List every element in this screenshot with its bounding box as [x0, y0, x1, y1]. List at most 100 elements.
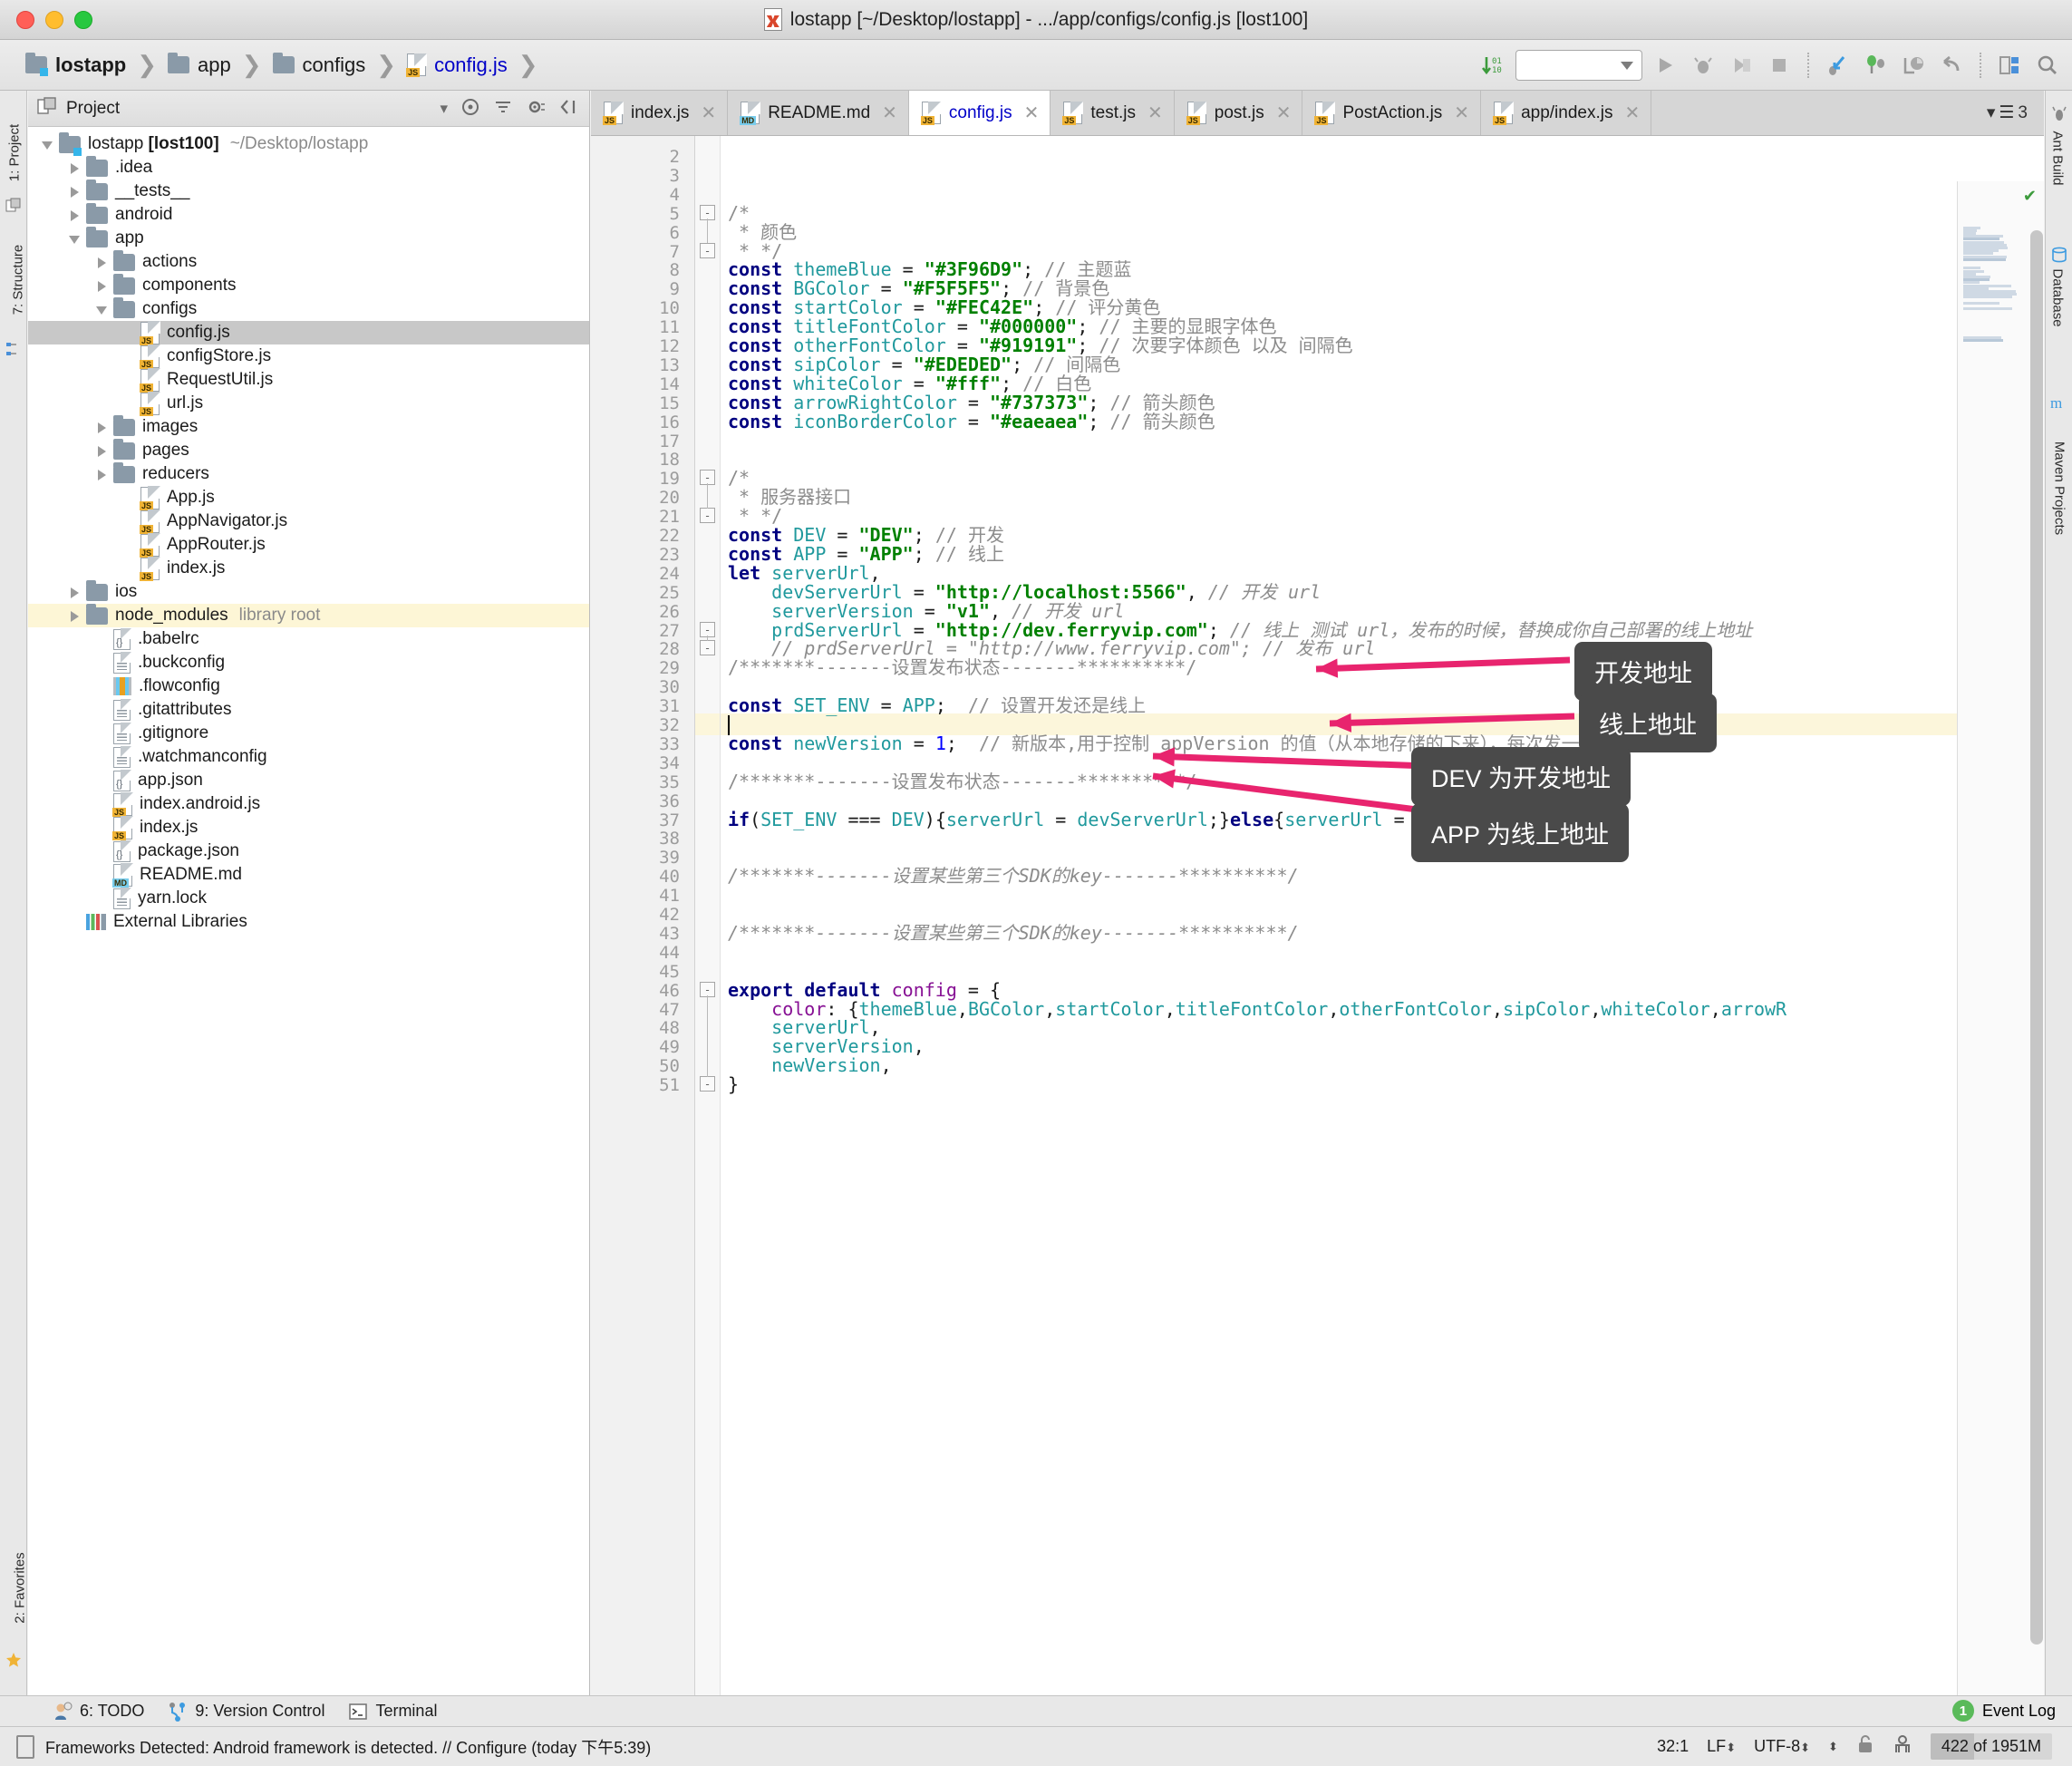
- project-tree[interactable]: lostapp [lost100] ~/Desktop/lostapp .idea _…: [28, 127, 589, 1695]
- tree-item-app-json[interactable]: {} app.json: [28, 769, 589, 792]
- attach-debugger-icon[interactable]: [1822, 50, 1853, 81]
- file-encoding[interactable]: UTF-8⬍: [1754, 1737, 1810, 1756]
- close-icon[interactable]: ✕: [1624, 102, 1640, 124]
- editor-overview-marker-strip[interactable]: ✔: [1957, 181, 2044, 1695]
- sidebar-tab-structure[interactable]: 7: Structure: [11, 238, 26, 322]
- editor-tab-post-js[interactable]: JS post.js ✕: [1174, 91, 1303, 135]
- tree-item-index-android-js[interactable]: JS index.android.js: [28, 792, 589, 817]
- event-log-button[interactable]: 1 Event Log: [1951, 1695, 2056, 1726]
- run-icon[interactable]: [1650, 50, 1680, 81]
- close-icon[interactable]: ✕: [1024, 102, 1040, 124]
- tree-item---tests--[interactable]: __tests__: [28, 179, 589, 203]
- tree-item-actions[interactable]: actions: [28, 249, 589, 274]
- breadcrumb-item-config-js[interactable]: JS config.js: [398, 53, 511, 77]
- tree-item-components[interactable]: components: [28, 273, 589, 297]
- debug-icon[interactable]: [1688, 50, 1719, 81]
- chevron-right-icon[interactable]: [68, 208, 82, 222]
- tool-button-version-control[interactable]: 9: Version Control: [168, 1702, 324, 1722]
- tool-button-todo[interactable]: 6: TODO: [53, 1702, 144, 1722]
- close-icon[interactable]: ✕: [1454, 102, 1469, 124]
- sort-icon[interactable]: 01 10: [1477, 50, 1508, 81]
- memory-indicator[interactable]: 422 of 1951M: [1930, 1733, 2052, 1760]
- run-configuration-select[interactable]: [1515, 50, 1642, 81]
- hide-panel-icon[interactable]: [558, 97, 578, 121]
- code-fold-toggle[interactable]: -: [700, 1076, 715, 1092]
- line-separator[interactable]: LF⬍: [1707, 1737, 1736, 1756]
- breadcrumb-item-lostapp[interactable]: lostapp: [16, 53, 130, 77]
- history-icon[interactable]: [1898, 50, 1929, 81]
- tree-item-index-js[interactable]: JS index.js: [28, 816, 589, 840]
- editor-tab-postaction-js[interactable]: JS PostAction.js ✕: [1302, 91, 1482, 135]
- tree-item--flowconfig[interactable]: .flowconfig: [28, 674, 589, 698]
- tree-item--buckconfig[interactable]: .buckconfig: [28, 651, 589, 674]
- tree-item-appnavigator-js[interactable]: JS AppNavigator.js: [28, 509, 589, 534]
- code-editor[interactable]: 2 3 4 5 6 7 8 9 10 11 12 13 14 15 16 17 18 19 20 21 22 23 24 25…: [591, 136, 2044, 1695]
- caret-position[interactable]: 32:1: [1657, 1737, 1689, 1756]
- locate-file-icon[interactable]: [460, 97, 480, 121]
- tree-item-app-js[interactable]: JS App.js: [28, 486, 589, 510]
- tree-item-config-js[interactable]: JS config.js: [28, 321, 589, 345]
- tree-item--babelrc[interactable]: {} .babelrc: [28, 627, 589, 651]
- stop-icon[interactable]: [1764, 50, 1795, 81]
- tool-button-terminal[interactable]: Terminal: [348, 1702, 437, 1722]
- chevron-down-icon[interactable]: [95, 302, 110, 316]
- editor-tab-config-js[interactable]: JS config.js ✕: [908, 91, 1051, 135]
- project-view-chevron-down-icon[interactable]: ▾: [440, 100, 448, 118]
- breadcrumb-item-app[interactable]: app: [159, 53, 235, 77]
- tree-item-configs[interactable]: configs: [28, 296, 589, 321]
- tree-item-android[interactable]: android: [28, 202, 589, 227]
- tree-item-images[interactable]: images: [28, 414, 589, 439]
- sidebar-tab-database[interactable]: Database: [2050, 260, 2066, 336]
- tree-item-ios[interactable]: ios: [28, 579, 589, 604]
- editor-tab-app-index-js[interactable]: JS app/index.js ✕: [1481, 91, 1652, 135]
- chevron-right-icon[interactable]: [95, 467, 110, 481]
- close-icon[interactable]: ✕: [1276, 102, 1292, 124]
- sidebar-tab-favorites[interactable]: 2: Favorites: [13, 1545, 28, 1632]
- editor-tab-test-js[interactable]: JS test.js ✕: [1051, 91, 1175, 135]
- tree-item-readme-md[interactable]: MD README.md: [28, 863, 589, 888]
- close-icon[interactable]: ✕: [882, 102, 897, 124]
- inspector-icon[interactable]: [1893, 1734, 1912, 1759]
- sidebar-tab-ant-build[interactable]: Ant Build: [2050, 121, 2066, 197]
- tree-item-external-libraries[interactable]: External Libraries: [28, 910, 589, 934]
- settings-gear-icon[interactable]: [526, 97, 546, 121]
- editor-vertical-scrollbar[interactable]: [2030, 230, 2043, 1645]
- chevron-down-icon[interactable]: [41, 137, 55, 151]
- tree-item-pages[interactable]: pages: [28, 438, 589, 462]
- sidebar-tab-project[interactable]: 1: Project: [7, 115, 23, 191]
- tree-item-lostapp--lost100-[interactable]: lostapp [lost100] ~/Desktop/lostapp: [28, 131, 589, 156]
- tree-item--watchmanconfig[interactable]: .watchmanconfig: [28, 745, 589, 769]
- chevron-right-icon[interactable]: [95, 278, 110, 293]
- coverage-icon[interactable]: [1726, 50, 1757, 81]
- indent-selector-icon[interactable]: ⬍: [1828, 1740, 1838, 1754]
- tree-item-reducers[interactable]: reducers: [28, 461, 589, 486]
- chevron-right-icon[interactable]: [95, 443, 110, 458]
- tree-item-package-json[interactable]: {} package.json: [28, 839, 589, 863]
- sidebar-tab-maven-projects[interactable]: Maven Projects: [2052, 425, 2067, 552]
- tree-item--gitignore[interactable]: .gitignore: [28, 722, 589, 745]
- search-everywhere-icon[interactable]: [2032, 50, 2063, 81]
- tree-item-configstore-js[interactable]: JS configStore.js: [28, 344, 589, 369]
- breadcrumb-item-configs[interactable]: configs: [264, 53, 370, 77]
- chevron-right-icon[interactable]: [68, 184, 82, 199]
- chevron-right-icon[interactable]: [68, 608, 82, 623]
- tree-item-app[interactable]: app: [28, 226, 589, 250]
- undo-icon[interactable]: [1936, 50, 1967, 81]
- tree-item-requestutil-js[interactable]: JS RequestUtil.js: [28, 368, 589, 393]
- chevron-right-icon[interactable]: [95, 420, 110, 434]
- tree-item--gitattributes[interactable]: .gitattributes: [28, 698, 589, 722]
- chevron-right-icon[interactable]: [68, 585, 82, 599]
- tree-item-approuter-js[interactable]: JS AppRouter.js: [28, 533, 589, 558]
- hidden-tabs-button[interactable]: ▾ ☰ 3: [1970, 91, 2044, 135]
- close-icon[interactable]: ✕: [701, 102, 716, 124]
- tree-item-index-js[interactable]: JS index.js: [28, 557, 589, 581]
- lock-icon[interactable]: [1856, 1734, 1874, 1759]
- editor-tab-index-js[interactable]: JS index.js ✕: [591, 91, 729, 135]
- tree-item-node-modules[interactable]: node_modules library root: [28, 603, 589, 627]
- profiler-icon[interactable]: [1860, 50, 1891, 81]
- close-icon[interactable]: ✕: [1147, 102, 1163, 124]
- tree-item--idea[interactable]: .idea: [28, 155, 589, 180]
- chevron-down-icon[interactable]: [68, 231, 82, 246]
- collapse-all-icon[interactable]: [493, 97, 513, 121]
- layout-icon[interactable]: [1994, 50, 2025, 81]
